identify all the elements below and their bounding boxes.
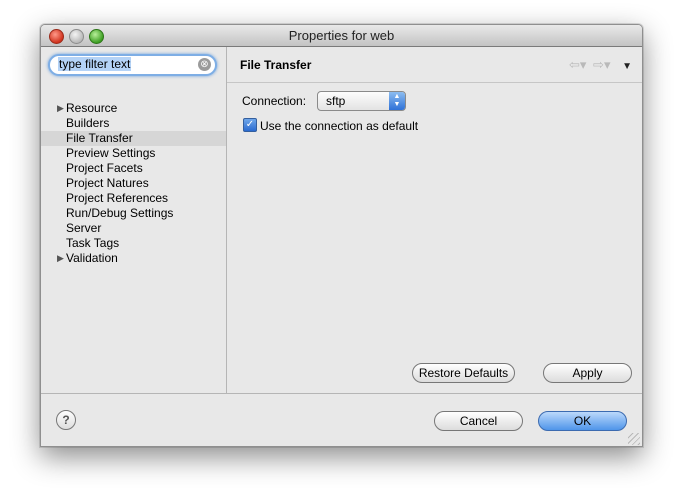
tree-item[interactable]: ▶ Validation: [41, 251, 226, 266]
tree-item[interactable]: Preview Settings: [41, 146, 226, 161]
help-icon[interactable]: ?: [56, 410, 76, 430]
tree-item-label: Builders: [66, 116, 110, 130]
window-title: Properties for web: [288, 28, 395, 43]
restore-defaults-button[interactable]: Restore Defaults: [412, 363, 515, 383]
cancel-button[interactable]: Cancel: [434, 411, 523, 431]
connection-select-value: sftp: [326, 94, 346, 108]
history-nav: ⇦▾ ⇨▾ ▼: [566, 57, 632, 73]
tree-item[interactable]: ▶ Resource: [41, 101, 226, 116]
default-connection-checkbox[interactable]: ✓: [243, 118, 257, 132]
title-bar: Properties for web: [41, 25, 642, 47]
tree-item[interactable]: Server: [41, 221, 226, 236]
category-tree: ▶ Resource Builders File Transfer Preview Se…: [41, 101, 226, 266]
tree-item[interactable]: Project Facets: [41, 161, 226, 176]
connection-select[interactable]: sftp ▲ ▼: [317, 91, 406, 111]
clear-icon[interactable]: ⊗: [198, 58, 211, 71]
tree-item[interactable]: Project References: [41, 191, 226, 206]
connection-label: Connection:: [242, 94, 307, 108]
tree-item-label: File Transfer: [66, 131, 133, 145]
tree-item-label: Project Facets: [66, 161, 143, 175]
tree-item-label: Task Tags: [66, 236, 120, 250]
tree-item-label: Project References: [66, 191, 169, 205]
tree-item-label: Run/Debug Settings: [66, 206, 174, 220]
page-header: File Transfer ⇦▾ ⇨▾ ▼: [227, 47, 642, 83]
property-page: File Transfer ⇦▾ ⇨▾ ▼ Connection: sftp ▲…: [227, 47, 642, 393]
tree-item[interactable]: Project Natures: [41, 176, 226, 191]
page-title: File Transfer: [240, 58, 312, 72]
forward-arrow-icon[interactable]: ⇨▾: [593, 57, 610, 72]
tree-item[interactable]: Builders: [41, 116, 226, 131]
ok-button[interactable]: OK: [538, 411, 627, 431]
properties-dialog: Properties for web type filter text ⊗ ▶ R…: [40, 24, 643, 447]
view-menu-icon[interactable]: ▼: [622, 61, 632, 72]
expand-arrow-icon[interactable]: ▶: [57, 251, 64, 266]
tree-item[interactable]: File Transfer: [41, 131, 226, 146]
tree-item-label: Resource: [66, 101, 118, 115]
category-sidebar: type filter text ⊗ ▶ Resource Builders File…: [41, 47, 227, 393]
tree-item[interactable]: Task Tags: [41, 236, 226, 251]
filter-input[interactable]: type filter text ⊗: [48, 54, 217, 76]
tree-item-label: Validation: [66, 251, 118, 265]
tree-item[interactable]: Run/Debug Settings: [41, 206, 226, 221]
back-arrow-icon[interactable]: ⇦▾: [569, 57, 586, 72]
expand-arrow-icon[interactable]: ▶: [57, 101, 64, 116]
resize-grip-icon[interactable]: [628, 433, 640, 445]
default-connection-label: Use the connection as default: [260, 119, 419, 133]
apply-button[interactable]: Apply: [543, 363, 632, 383]
tree-item-label: Preview Settings: [66, 146, 156, 160]
tree-item-label: Project Natures: [66, 176, 149, 190]
filter-input-value[interactable]: type filter text: [58, 57, 132, 71]
tree-item-label: Server: [66, 221, 102, 235]
dialog-footer: ? Cancel OK: [41, 393, 642, 446]
updown-arrows-icon: ▲ ▼: [389, 92, 405, 110]
